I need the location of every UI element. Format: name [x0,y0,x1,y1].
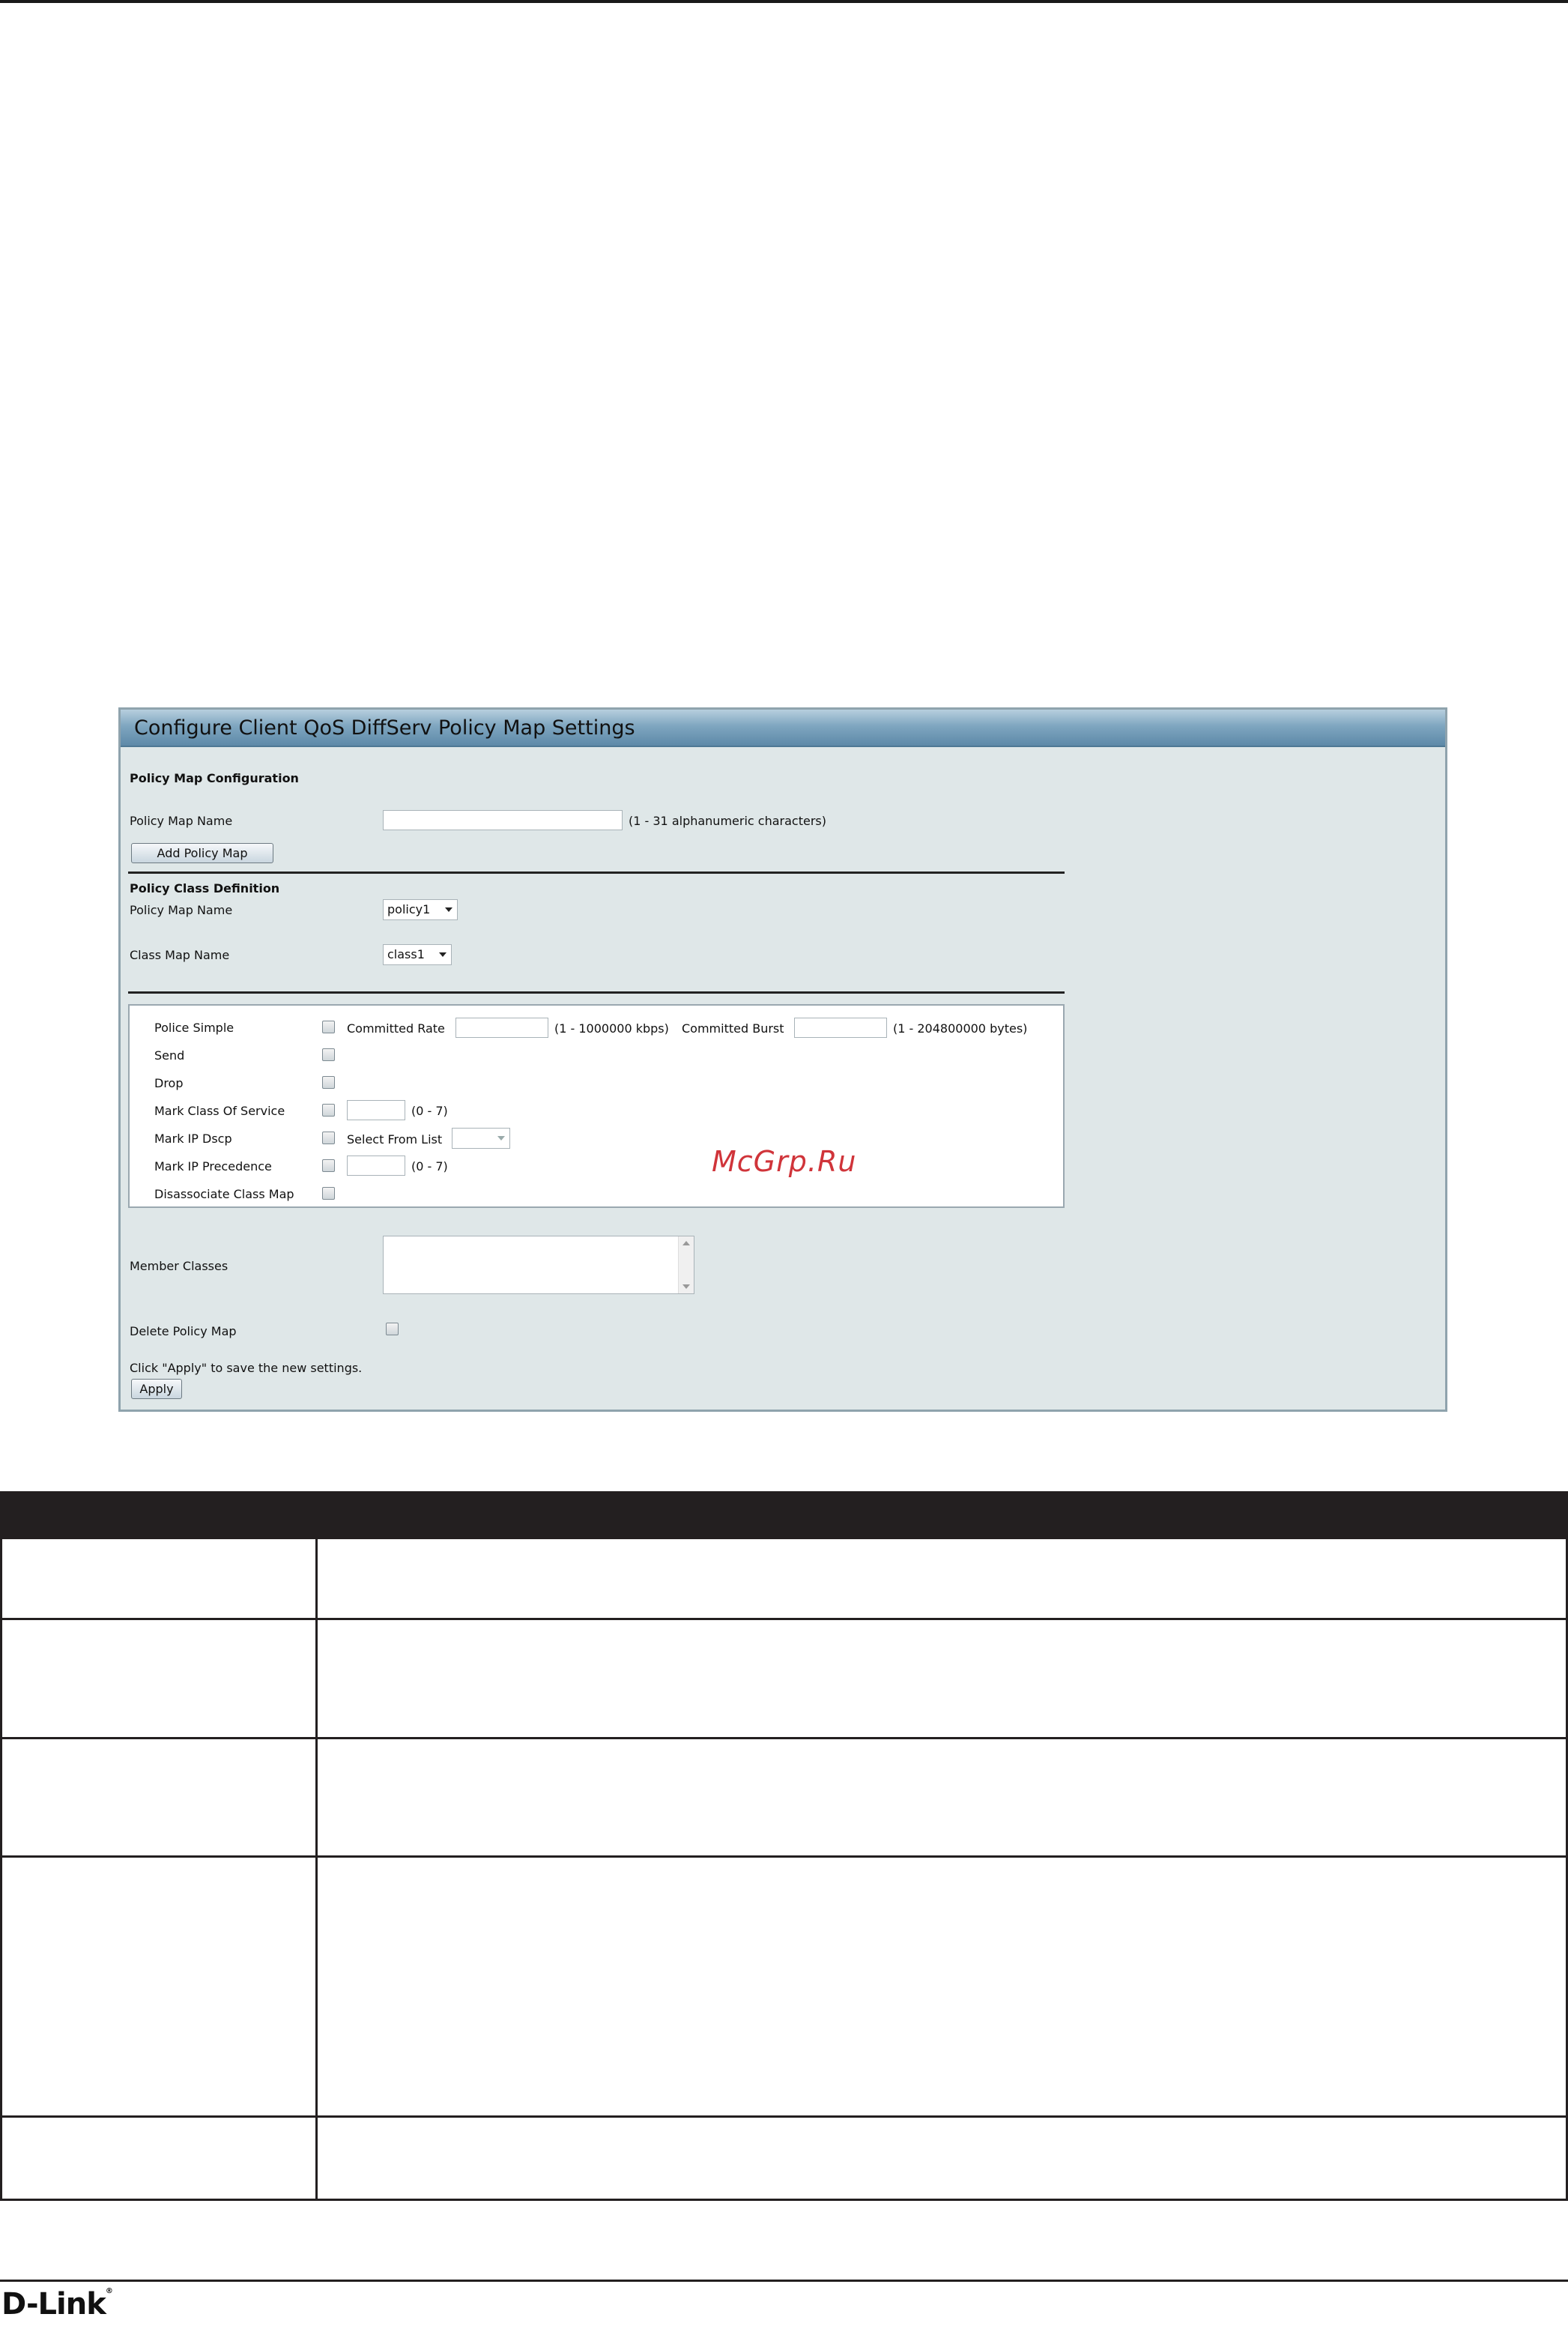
policy-map-name-select-value: policy1 [387,902,431,916]
mark-ip-precedence-input[interactable] [347,1156,405,1176]
scroll-down-icon[interactable] [682,1284,690,1289]
mark-ip-dscp-label: Mark IP Dscp [154,1132,232,1146]
policy-map-name-select[interactable]: policy1 [383,899,458,920]
add-policy-map-button[interactable]: Add Policy Map [131,843,273,863]
section-divider [128,991,1065,994]
dlink-logo: D-Link® [1,2287,113,2322]
watermark: McGrp.Ru [712,1145,857,1178]
apply-button[interactable]: Apply [131,1379,182,1399]
table-row-divider [0,1618,1568,1620]
class-map-name-label: Class Map Name [130,948,230,962]
police-simple-label: Police Simple [154,1021,234,1035]
chevron-down-icon [439,952,447,957]
drop-checkbox[interactable] [322,1076,335,1089]
dlink-logo-text: D-Link [1,2287,106,2322]
mark-ip-precedence-hint: (0 - 7) [411,1159,448,1173]
chevron-down-icon [445,907,452,912]
mark-class-of-service-label: Mark Class Of Service [154,1104,285,1118]
police-simple-checkbox[interactable] [322,1021,335,1033]
mark-class-of-service-hint: (0 - 7) [411,1104,448,1118]
member-classes-label: Member Classes [130,1259,228,1273]
delete-policy-map-label: Delete Policy Map [130,1324,237,1338]
committed-burst-hint: (1 - 204800000 bytes) [893,1021,1028,1036]
disassociate-class-map-checkbox[interactable] [322,1187,335,1200]
mark-class-of-service-input[interactable] [347,1100,405,1120]
disassociate-class-map-label: Disassociate Class Map [154,1187,294,1201]
section-policy-class-definition: Policy Class Definition [130,881,280,895]
apply-hint: Click "Apply" to save the new settings. [130,1361,363,1375]
mark-ip-precedence-checkbox[interactable] [322,1159,335,1172]
committed-rate-label: Committed Rate [347,1021,445,1036]
policy-actions-box: Police Simple Committed Rate (1 - 100000… [128,1004,1065,1208]
policy-map-name-label: Policy Map Name [130,814,233,828]
table-row-divider [0,2115,1568,2118]
class-policy-map-name-label: Policy Map Name [130,903,233,917]
member-classes-scrollbar[interactable] [678,1236,694,1293]
section-divider [128,872,1065,874]
table-row-divider [0,1855,1568,1858]
footer-rule [0,2280,1568,2282]
top-rule [0,0,1568,3]
registered-mark: ® [105,2287,113,2295]
mark-class-of-service-checkbox[interactable] [322,1104,335,1117]
chevron-down-icon [497,1136,505,1141]
panel-title: Configure Client QoS DiffServ Policy Map… [121,710,1445,747]
select-from-list-label: Select From List [347,1132,443,1147]
class-map-name-select-value: class1 [387,947,425,961]
table-row-divider [0,1737,1568,1739]
send-label: Send [154,1048,185,1063]
policy-map-name-hint: (1 - 31 alphanumeric characters) [629,814,826,828]
mark-ip-precedence-label: Mark IP Precedence [154,1159,272,1173]
class-map-name-select[interactable]: class1 [383,944,452,965]
section-policy-map-configuration: Policy Map Configuration [130,771,299,785]
policy-map-settings-panel: Configure Client QoS DiffServ Policy Map… [118,707,1447,1412]
committed-burst-label: Committed Burst [682,1021,784,1036]
table-row-divider [0,2199,1568,2201]
mark-ip-dscp-select[interactable] [452,1128,510,1149]
table-header-bar [0,1491,1568,1539]
committed-rate-input[interactable] [455,1018,548,1038]
send-checkbox[interactable] [322,1048,335,1061]
table-left-border [0,1539,2,2201]
mark-ip-dscp-checkbox[interactable] [322,1132,335,1144]
committed-rate-hint: (1 - 1000000 kbps) [554,1021,669,1036]
table-column-divider [315,1539,318,2201]
scroll-up-icon[interactable] [682,1241,690,1245]
delete-policy-map-checkbox[interactable] [386,1323,399,1335]
member-classes-listbox[interactable] [383,1236,694,1294]
committed-burst-input[interactable] [794,1018,887,1038]
policy-map-name-input[interactable] [383,810,623,830]
drop-label: Drop [154,1076,184,1090]
